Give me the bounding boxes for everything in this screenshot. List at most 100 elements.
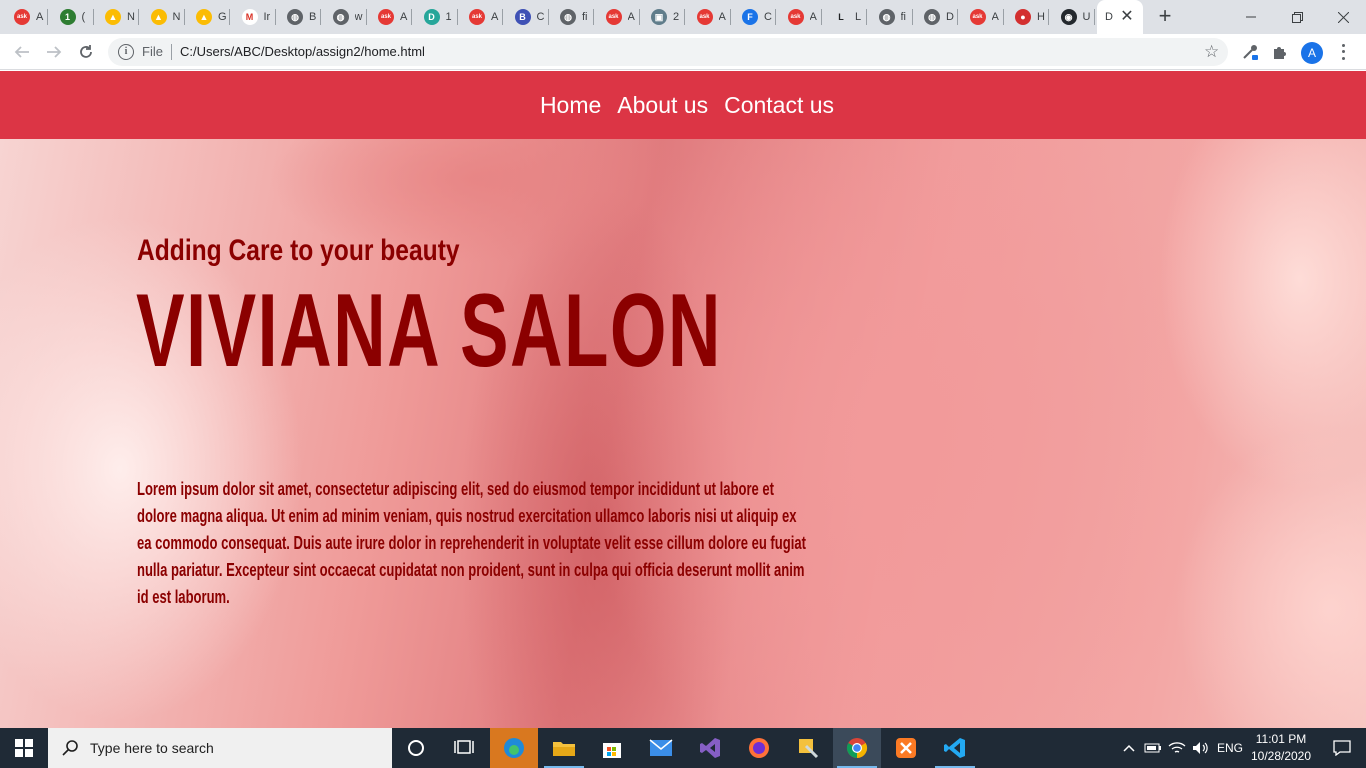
edge-icon (504, 738, 524, 758)
browser-tab[interactable]: ask A (689, 4, 731, 30)
browser-tab[interactable]: ◍ fi (552, 4, 594, 30)
browser-tab[interactable]: ▲ G (188, 4, 230, 30)
browser-tab-label: N (172, 11, 181, 23)
tab-separator (547, 9, 549, 25)
browser-tab[interactable]: ▲ N (97, 4, 139, 30)
address-divider (171, 44, 172, 60)
ask-icon: ask (696, 9, 713, 25)
ask-icon: ask (969, 9, 986, 25)
close-tab-icon[interactable]: ✕ (1118, 7, 1136, 25)
file-explorer-button[interactable] (540, 728, 588, 768)
browser-tab[interactable]: M Ir (234, 4, 276, 30)
browser-tab-label: U (1082, 11, 1091, 23)
extensions-puzzle-icon[interactable] (1270, 42, 1290, 62)
address-bar[interactable]: i File C:/Users/ABC/Desktop/assign2/home… (108, 38, 1228, 66)
browser-tab-label: G (218, 11, 227, 23)
tool-app-button[interactable] (784, 728, 832, 768)
address-url[interactable]: C:/Users/ABC/Desktop/assign2/home.html (180, 44, 425, 59)
browser-tab[interactable]: ask A (370, 4, 412, 30)
close-window-button[interactable] (1320, 0, 1366, 34)
browser-tab[interactable]: ▣ 2 (643, 4, 685, 30)
browser-tab[interactable]: D1 (416, 4, 458, 30)
browser-tab-label: L (855, 11, 862, 23)
tab-separator (229, 9, 230, 25)
nav-link-about[interactable]: About us (617, 92, 708, 119)
browser-tab[interactable]: ◍ B (279, 4, 321, 30)
browser-tab-label: 1 (445, 11, 452, 23)
store-button[interactable] (588, 728, 636, 768)
browser-menu-icon[interactable] (1340, 42, 1346, 62)
action-center-button[interactable] (1318, 728, 1366, 768)
hero-subtitle: Adding Care to your beauty (137, 234, 460, 267)
browser-tab[interactable]: ask A (598, 4, 640, 30)
edge-app-button[interactable] (490, 728, 538, 768)
volume-icon[interactable] (1190, 728, 1212, 768)
tab-separator (684, 9, 685, 25)
tab-separator (92, 9, 94, 25)
mail-button[interactable] (637, 728, 685, 768)
site-info-icon[interactable]: i (118, 44, 134, 60)
back-button[interactable] (10, 40, 34, 64)
nav-link-contact[interactable]: Contact us (724, 92, 834, 119)
browser-tab[interactable]: ◍ w (325, 4, 367, 30)
tab-separator (183, 9, 185, 25)
show-hidden-icons-button[interactable] (1120, 728, 1138, 768)
b-icon: B (514, 9, 531, 25)
restore-button[interactable] (1274, 0, 1320, 34)
browser-tab[interactable]: ask A (780, 4, 822, 30)
xampp-button[interactable] (882, 728, 930, 768)
reload-button[interactable] (74, 40, 98, 64)
wifi-icon[interactable] (1166, 728, 1188, 768)
task-view-button[interactable] (440, 728, 488, 768)
vscode-button[interactable] (931, 728, 979, 768)
tool-icon (799, 739, 819, 759)
browser-tab[interactable]: ▲ N (143, 4, 185, 30)
cortana-button[interactable] (392, 728, 440, 768)
search-icon (62, 740, 78, 756)
minimize-button[interactable] (1228, 0, 1274, 34)
browser-tab[interactable]: ask A (962, 4, 1004, 30)
system-clock[interactable]: 11:01 PM 10/28/2020 (1248, 731, 1314, 765)
globe-icon: ◍ (560, 9, 576, 25)
bookmark-star-icon[interactable]: ☆ (1204, 42, 1219, 62)
green-number-icon: 1 (59, 9, 76, 25)
forward-button[interactable] (42, 40, 66, 64)
globe-icon: ◍ (332, 9, 349, 25)
close-window-icon (1337, 11, 1349, 23)
language-indicator[interactable]: ENG (1214, 728, 1246, 768)
browser-tab[interactable]: ask A (6, 4, 48, 30)
start-button[interactable] (0, 728, 48, 768)
back-arrow-icon (14, 46, 29, 58)
hero-body-text: Lorem ipsum dolor sit amet, consectetur … (137, 478, 806, 607)
tab-separator (365, 9, 367, 25)
browser-tab-label: 2 (673, 11, 680, 23)
browser-tab[interactable]: LL (825, 4, 867, 30)
browser-tab[interactable]: 1( (52, 4, 94, 30)
browser-tab[interactable]: FC (734, 4, 776, 30)
browser-tab[interactable]: ◍ fi (871, 4, 913, 30)
new-tab-button[interactable]: + (1154, 5, 1176, 27)
browser-tab[interactable]: BC (507, 4, 549, 30)
browser-tab-label: fi (900, 11, 907, 23)
browser-tab[interactable]: ◍ D (916, 4, 958, 30)
browser-tab-label: B (309, 11, 317, 23)
task-view-icon (454, 740, 474, 754)
l-icon: L (833, 9, 849, 25)
browser-tab[interactable]: ask A (461, 4, 503, 30)
browser-tab[interactable]: ● H (1007, 4, 1049, 30)
browser-tab[interactable]: ◉ U (1053, 4, 1095, 30)
visual-studio-icon (700, 738, 720, 758)
extension-eyedropper-icon[interactable] (1240, 42, 1260, 62)
tab-separator (593, 9, 594, 25)
active-tab-label: D (1105, 11, 1113, 23)
visual-studio-button[interactable] (686, 728, 734, 768)
reload-icon (80, 45, 92, 58)
tab-separator (729, 9, 731, 25)
firefox-button[interactable] (735, 728, 783, 768)
profile-avatar[interactable]: A (1301, 42, 1323, 64)
nav-link-home[interactable]: Home (540, 92, 601, 119)
taskbar-search-box[interactable]: Type here to search (48, 728, 392, 768)
chrome-button[interactable] (833, 728, 881, 768)
battery-icon[interactable] (1142, 728, 1164, 768)
tab-separator (1093, 9, 1095, 25)
